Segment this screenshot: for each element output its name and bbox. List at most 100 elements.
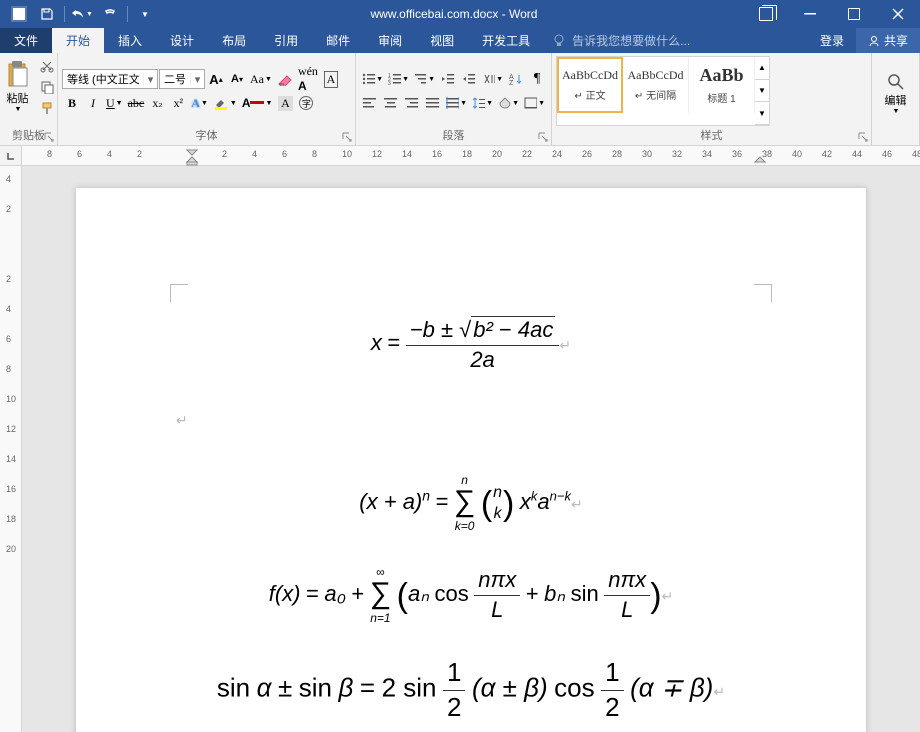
maximize-icon[interactable] [832,0,876,28]
svg-text:Z: Z [509,80,514,85]
window-controls [744,0,920,28]
group-styles-label: 样式 [552,126,871,145]
customize-qat-icon[interactable]: ▼ [132,2,158,26]
clipboard-icon [5,60,31,90]
save-icon[interactable] [34,2,60,26]
align-right-icon[interactable] [402,93,422,113]
distribute-icon[interactable]: ▼ [444,93,469,113]
increase-indent-icon[interactable] [459,69,479,89]
tab-developer[interactable]: 开发工具 [468,28,544,53]
tab-design[interactable]: 设计 [156,28,208,53]
shrink-font-icon[interactable]: A▾ [227,69,247,89]
font-name-combo[interactable]: 等线 (中文正文▾ [62,69,158,89]
tab-review[interactable]: 审阅 [364,28,416,53]
sort-icon[interactable]: AZ [506,69,526,89]
justify-icon[interactable] [423,93,443,113]
equation-quadratic[interactable]: x = −b ± √b² − 4ac 2a ↵ [156,316,786,374]
gallery-down-icon[interactable]: ▼ [755,80,769,103]
tab-references[interactable]: 引用 [260,28,312,53]
phonetic-guide-icon[interactable]: wénA [296,69,320,89]
copy-icon[interactable] [37,77,57,97]
multilevel-icon[interactable]: ▼ [412,69,437,89]
gallery-more-icon[interactable]: ▼ [755,102,769,125]
superscript-icon[interactable]: x² [168,93,188,113]
enclose-char-icon[interactable]: 字 [296,93,316,113]
align-center-icon[interactable] [381,93,401,113]
horizontal-ruler[interactable]: 8642246810121416182022242628303234363840… [22,146,920,165]
shading-icon[interactable]: ▼ [496,93,521,113]
text-effects-icon[interactable]: A▼ [189,93,210,113]
close-icon[interactable] [876,0,920,28]
grow-font-icon[interactable]: A▴ [206,69,226,89]
vertical-ruler[interactable]: 422468101214161820 [0,166,22,732]
ribbon-tabs: 文件 开始 插入 设计 布局 引用 邮件 审阅 视图 开发工具 告诉我您想要做什… [0,28,920,53]
styles-gallery[interactable]: AaBbCcDd ↵ 正文 AaBbCcDd ↵ 无间隔 AaBb 标题 1 ▲… [556,56,770,126]
indent-marker-icon[interactable] [186,146,198,166]
group-paragraph-label: 段落 [356,126,551,145]
dialog-launcher-icon[interactable] [341,131,353,143]
redo-icon[interactable] [97,2,123,26]
gallery-up-icon[interactable]: ▲ [755,57,769,80]
borders-icon[interactable]: ▼ [522,93,547,113]
cut-icon[interactable] [37,56,57,76]
underline-icon[interactable]: U▼ [104,93,125,113]
document-title: www.officebai.com.docx - Word [164,7,744,21]
show-marks-icon[interactable]: ¶ [527,69,547,89]
change-case-icon[interactable]: Aa▼ [248,69,274,89]
style-heading1[interactable]: AaBb 标题 1 [689,57,755,113]
group-editing-label [872,130,919,145]
lightbulb-icon [552,34,566,48]
subscript-icon[interactable]: x₂ [147,93,167,113]
decrease-indent-icon[interactable] [438,69,458,89]
tab-selector[interactable] [0,146,22,165]
tab-home[interactable]: 开始 [52,28,104,53]
bullets-icon[interactable]: ▼ [360,69,385,89]
char-border-icon[interactable]: A [321,69,341,89]
minimize-icon[interactable] [788,0,832,28]
tell-me-placeholder: 告诉我您想要做什么... [572,32,690,49]
strike-icon[interactable]: abc [126,93,147,113]
tell-me[interactable]: 告诉我您想要做什么... [544,28,808,53]
bold-icon[interactable]: B [62,93,82,113]
clear-format-icon[interactable] [275,69,295,89]
group-font-label: 字体 [58,126,355,145]
tab-insert[interactable]: 插入 [104,28,156,53]
dialog-launcher-icon[interactable] [43,131,55,143]
undo-icon[interactable]: ▼ [69,2,95,26]
char-shading-icon[interactable]: A [275,93,295,113]
share-button[interactable]: 共享 [856,28,920,53]
line-spacing-icon[interactable]: ▼ [470,93,495,113]
tab-layout[interactable]: 布局 [208,28,260,53]
style-nospace[interactable]: AaBbCcDd ↵ 无间隔 [623,57,689,113]
equation-fourier[interactable]: f(x) = a₀ + ∞∑n=1 (aₙ cos nπxL + bₙ sin … [156,565,786,627]
paste-button[interactable]: 粘贴▼ [1,56,35,118]
equation-sinsum[interactable]: sin α ± sin β = 2 sin 12 (α ± β) cos 12 … [156,656,786,725]
find-button[interactable]: 编辑▼ [881,56,911,130]
svg-text:3: 3 [388,81,391,85]
tab-mailings[interactable]: 邮件 [312,28,364,53]
login-button[interactable]: 登录 [808,28,856,53]
share-icon [868,35,880,47]
tab-view[interactable]: 视图 [416,28,468,53]
word-icon[interactable] [6,2,32,26]
format-painter-icon[interactable] [37,98,57,118]
tab-file[interactable]: 文件 [0,28,52,53]
ribbon-options-icon[interactable] [744,0,788,28]
italic-icon[interactable]: I [83,93,103,113]
quick-access-toolbar: ▼ ▼ [0,2,164,26]
font-size-combo[interactable]: 二号▾ [159,69,205,89]
highlight-icon[interactable]: ▼ [211,93,239,113]
dialog-launcher-icon[interactable] [537,131,549,143]
numbering-icon[interactable]: 123▼ [386,69,411,89]
font-color-icon[interactable]: A▼ [240,93,275,113]
dialog-launcher-icon[interactable] [857,131,869,143]
page[interactable]: x = −b ± √b² − 4ac 2a ↵ ↵ (x + a)n = n∑k… [76,188,866,732]
style-normal[interactable]: AaBbCcDd ↵ 正文 [557,57,623,113]
equation-binomial[interactable]: (x + a)n = n∑k=0 (nk) xkan−k↵ [156,473,786,535]
ruler-bar: 8642246810121416182022242628303234363840… [0,146,920,166]
document-area[interactable]: x = −b ± √b² − 4ac 2a ↵ ↵ (x + a)n = n∑k… [22,166,920,732]
gallery-scroll: ▲ ▼ ▼ [755,57,769,125]
asian-layout-icon[interactable]: ▼ [480,69,505,89]
title-bar: ▼ ▼ www.officebai.com.docx - Word [0,0,920,28]
align-left-icon[interactable] [360,93,380,113]
